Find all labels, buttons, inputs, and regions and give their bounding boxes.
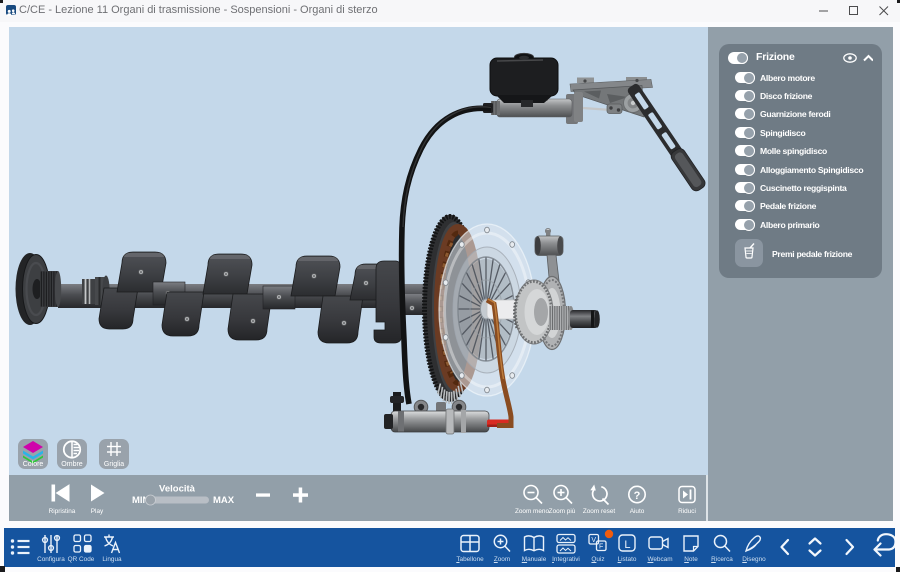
svg-text:F: F <box>599 543 603 550</box>
svg-text:?: ? <box>634 490 641 502</box>
svg-text:Velocità: Velocità <box>159 484 196 495</box>
svg-text:L: L <box>624 539 630 551</box>
svg-text:MAX: MAX <box>213 495 235 506</box>
svg-text:V: V <box>591 537 596 544</box>
